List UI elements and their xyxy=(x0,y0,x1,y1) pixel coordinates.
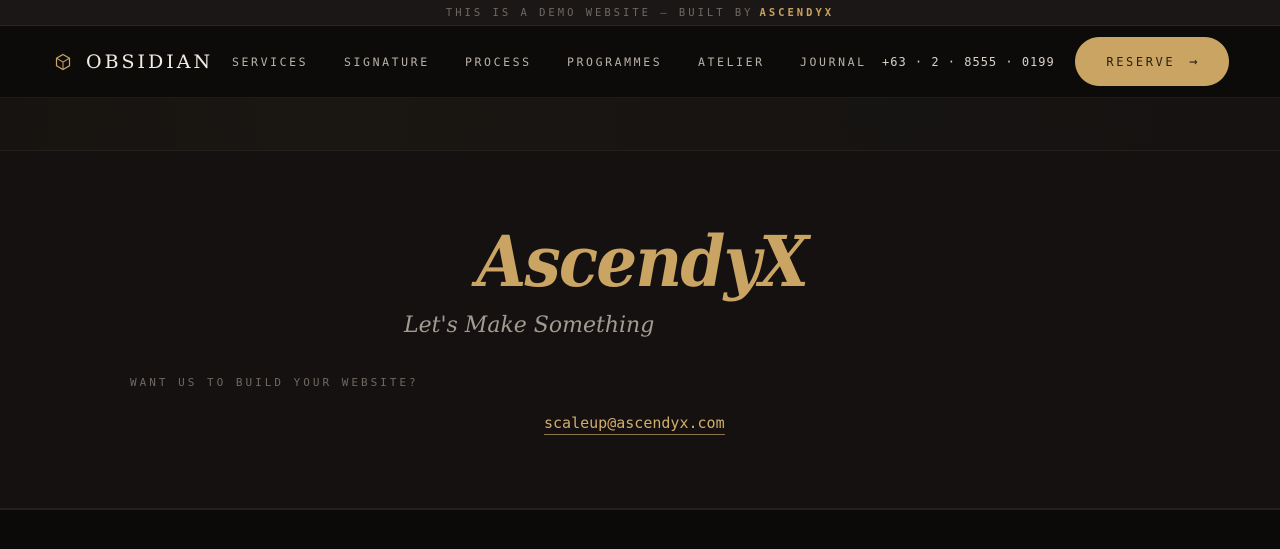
nav-link-services[interactable]: SERVICES xyxy=(232,26,308,98)
nav-link-process[interactable]: PROCESS xyxy=(465,26,532,98)
nav-link-journal[interactable]: JOURNAL xyxy=(800,26,867,98)
main-navigation: OBSIDIAN SERVICES SIGNATURE PROCESS PROG… xyxy=(0,26,1280,98)
contact-email-link[interactable]: scaleup@ascendyx.com xyxy=(544,414,725,435)
arrow-right-icon: → xyxy=(1189,53,1198,70)
nav-link-signature[interactable]: SIGNATURE xyxy=(344,26,430,98)
reserve-button[interactable]: RESERVE → xyxy=(1075,37,1229,86)
reserve-button-label: RESERVE xyxy=(1106,54,1176,69)
demo-banner-brand[interactable]: ASCENDYX xyxy=(760,7,835,19)
logo[interactable]: OBSIDIAN xyxy=(54,26,213,98)
hero-subtitle: Let's Make Something xyxy=(404,313,655,338)
hero-title: AscendyX xyxy=(476,220,809,303)
nav-link-programmes[interactable]: PROGRAMMES xyxy=(567,26,662,98)
nav-link-atelier[interactable]: ATELIER xyxy=(698,26,765,98)
logo-text: OBSIDIAN xyxy=(86,51,214,73)
demo-banner-text: THIS IS A DEMO WEBSITE — BUILT BY xyxy=(445,6,754,19)
marquee-band xyxy=(0,98,1280,151)
hexagon-cube-icon xyxy=(55,53,71,71)
demo-banner: THIS IS A DEMO WEBSITE — BUILT BY ASCEND… xyxy=(0,0,1280,26)
footer xyxy=(0,510,1280,549)
phone-number-link[interactable]: +63 · 2 · 8555 · 0199 xyxy=(882,26,1055,98)
website-question: WANT US TO BUILD YOUR WEBSITE? xyxy=(130,376,419,389)
